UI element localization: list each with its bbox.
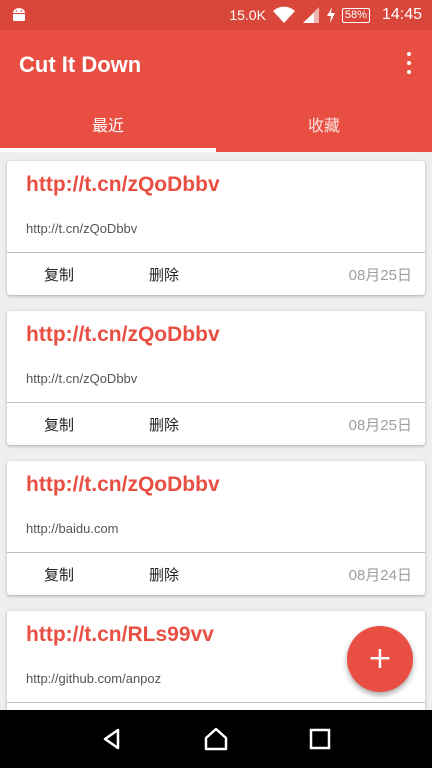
link-card[interactable]: http://t.cn/zQoDbbv http://t.cn/zQoDbbv … <box>7 161 425 295</box>
short-url[interactable]: http://t.cn/zQoDbbv <box>26 173 220 197</box>
navigation-bar <box>0 710 432 768</box>
card-date: 08月25日 <box>348 416 412 434</box>
short-url[interactable]: http://t.cn/RLs99vv <box>26 623 214 647</box>
delete-button[interactable]: 删除 <box>149 264 179 285</box>
copy-button[interactable]: 复制 <box>44 264 74 285</box>
short-url[interactable]: http://t.cn/zQoDbbv <box>26 323 220 347</box>
copy-button[interactable]: 复制 <box>44 414 74 435</box>
original-url: http://github.com/anpoz <box>26 671 162 686</box>
link-list[interactable]: http://t.cn/zQoDbbv http://t.cn/zQoDbbv … <box>0 152 432 710</box>
more-options-icon[interactable] <box>404 52 414 74</box>
card-date: 08月25日 <box>348 266 412 284</box>
android-icon <box>13 8 25 21</box>
tab-favorites[interactable]: 收藏 <box>216 106 432 152</box>
signal-icon <box>302 7 319 23</box>
original-url: http://baidu.com <box>26 521 119 536</box>
original-url: http://t.cn/zQoDbbv <box>26 221 138 236</box>
status-bar: 15.0K 58% 14:45 <box>0 0 432 30</box>
recents-icon[interactable] <box>300 719 340 759</box>
plus-icon: + <box>367 641 393 676</box>
card-date: 08月24日 <box>348 566 412 584</box>
original-url: http://t.cn/zQoDbbv <box>26 371 138 386</box>
home-icon[interactable] <box>196 719 236 759</box>
charging-icon <box>326 7 335 23</box>
delete-button[interactable]: 删除 <box>149 564 179 585</box>
short-url[interactable]: http://t.cn/zQoDbbv <box>26 473 220 497</box>
tab-recent[interactable]: 最近 <box>0 106 216 152</box>
add-link-button[interactable]: + <box>347 626 413 692</box>
tab-bar: 最近 收藏 <box>0 106 432 152</box>
battery-level: 58% <box>341 7 370 23</box>
link-card[interactable]: http://t.cn/zQoDbbv http://baidu.com 复制 … <box>7 461 425 595</box>
clock: 14:45 <box>381 6 422 23</box>
app-title: Cut It Down <box>19 52 142 77</box>
delete-button[interactable]: 删除 <box>149 414 179 435</box>
copy-button[interactable]: 复制 <box>44 564 74 585</box>
wifi-icon <box>272 6 295 23</box>
app-bar: Cut It Down 最近 收藏 <box>0 30 432 152</box>
net-speed: 15.0K <box>229 7 266 23</box>
back-icon[interactable] <box>92 719 132 759</box>
link-card[interactable]: http://t.cn/zQoDbbv http://t.cn/zQoDbbv … <box>7 311 425 445</box>
